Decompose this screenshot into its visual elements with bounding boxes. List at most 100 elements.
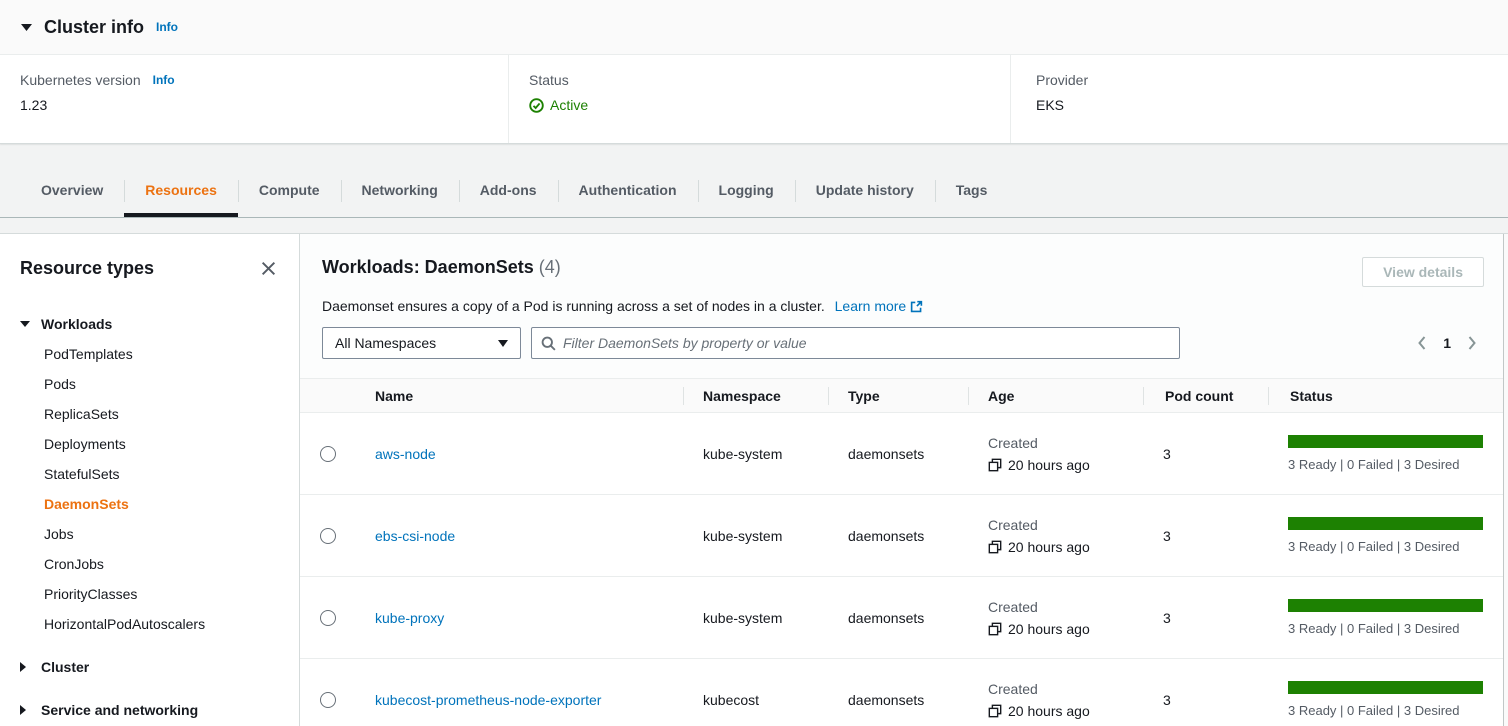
- next-page-icon[interactable]: [1465, 333, 1480, 353]
- tab[interactable]: Networking: [341, 166, 459, 217]
- sidebar-item[interactable]: ReplicaSets: [20, 399, 279, 429]
- kubernetes-version-label: Kubernetes version: [20, 72, 141, 88]
- tab-bar: Overview Resources Compute Networking Ad…: [0, 166, 1508, 218]
- copy-icon[interactable]: [988, 540, 1002, 554]
- triangle-right-icon: [20, 662, 31, 672]
- prev-page-icon[interactable]: [1414, 333, 1429, 353]
- scrollbar[interactable]: [1503, 234, 1508, 726]
- row-radio[interactable]: [320, 446, 336, 462]
- column-header-name[interactable]: Name: [355, 388, 683, 404]
- kubernetes-version-info-link[interactable]: Info: [153, 73, 175, 87]
- sidebar-item[interactable]: PodTemplates: [20, 339, 279, 369]
- sidebar-item[interactable]: StatefulSets: [20, 459, 279, 489]
- status-text: 3 Ready | 0 Failed | 3 Desired: [1288, 539, 1460, 554]
- column-header-age[interactable]: Age: [968, 388, 1143, 404]
- tab[interactable]: Logging: [698, 166, 795, 217]
- age-created-label: Created: [988, 435, 1038, 451]
- status-bar-track: [1288, 681, 1483, 694]
- pod-count-value: 3: [1163, 692, 1171, 708]
- sidebar-item[interactable]: HorizontalPodAutoscalers: [20, 609, 279, 639]
- age-created-label: Created: [988, 517, 1038, 533]
- sidebar-item[interactable]: Deployments: [20, 429, 279, 459]
- provider-value: EKS: [1036, 97, 1508, 113]
- status-check-icon: [529, 98, 544, 113]
- daemonset-name-link[interactable]: kubecost-prometheus-node-exporter: [375, 692, 601, 708]
- tab[interactable]: Overview: [20, 166, 124, 217]
- column-header-status[interactable]: Status: [1268, 388, 1503, 404]
- daemonset-name-link[interactable]: aws-node: [375, 446, 436, 462]
- sidebar-item[interactable]: Jobs: [20, 519, 279, 549]
- sidebar-group-workloads[interactable]: Workloads: [20, 309, 279, 339]
- copy-icon[interactable]: [988, 622, 1002, 636]
- learn-more-link[interactable]: Learn more: [835, 298, 924, 314]
- sidebar-group-service-networking[interactable]: Service and networking: [20, 695, 279, 725]
- age-cell: Created 20 hours ago: [968, 659, 1143, 726]
- status-text: 3 Ready | 0 Failed | 3 Desired: [1288, 703, 1460, 718]
- tab[interactable]: Add-ons: [459, 166, 558, 217]
- tab[interactable]: Compute: [238, 166, 341, 217]
- namespace-value: kubecost: [703, 692, 759, 708]
- age-value: 20 hours ago: [1008, 621, 1090, 637]
- kubernetes-version-field: Kubernetes version Info 1.23: [0, 55, 508, 143]
- status-cell: 3 Ready | 0 Failed | 3 Desired: [1268, 577, 1503, 658]
- panel-description: Daemonset ensures a copy of a Pod is run…: [322, 298, 1484, 314]
- sidebar-item[interactable]: PriorityClasses: [20, 579, 279, 609]
- search-input[interactable]: [563, 335, 1170, 351]
- sidebar-group-cluster[interactable]: Cluster: [20, 652, 279, 682]
- item-count: (4): [539, 257, 561, 277]
- resource-tree: Workloads PodTemplates Pods ReplicaSets …: [20, 309, 279, 725]
- pod-count-value: 3: [1163, 610, 1171, 626]
- search-box: [531, 327, 1180, 359]
- status-cell: 3 Ready | 0 Failed | 3 Desired: [1268, 495, 1503, 576]
- status-cell: 3 Ready | 0 Failed | 3 Desired: [1268, 659, 1503, 726]
- daemonset-name-link[interactable]: kube-proxy: [375, 610, 444, 626]
- cluster-info-card: Kubernetes version Info 1.23 Status Acti…: [0, 55, 1508, 144]
- tab[interactable]: Tags: [935, 166, 1009, 217]
- current-page[interactable]: 1: [1443, 335, 1451, 351]
- pod-count-value: 3: [1163, 528, 1171, 544]
- row-radio[interactable]: [320, 528, 336, 544]
- tab[interactable]: Resources: [124, 166, 238, 217]
- collapse-triangle-icon[interactable]: [20, 24, 32, 31]
- sidebar-title: Resource types: [20, 258, 154, 279]
- column-header-type[interactable]: Type: [828, 388, 968, 404]
- cluster-info-info-link[interactable]: Info: [156, 20, 178, 34]
- close-icon[interactable]: [258, 258, 279, 279]
- resources-panels: Resource types Workloads PodTemplates Po…: [0, 233, 1508, 726]
- status-bar-track: [1288, 599, 1483, 612]
- age-cell: Created 20 hours ago: [968, 413, 1143, 494]
- daemonset-name-link[interactable]: ebs-csi-node: [375, 528, 455, 544]
- age-cell: Created 20 hours ago: [968, 495, 1143, 576]
- sidebar-item[interactable]: Pods: [20, 369, 279, 399]
- view-details-button[interactable]: View details: [1362, 257, 1484, 287]
- status-label: Status: [529, 72, 569, 88]
- row-radio[interactable]: [320, 610, 336, 626]
- age-cell: Created 20 hours ago: [968, 577, 1143, 658]
- status-text: 3 Ready | 0 Failed | 3 Desired: [1288, 621, 1460, 636]
- workloads-items: PodTemplates Pods ReplicaSets Deployment…: [20, 339, 279, 639]
- status-bar: [1288, 599, 1483, 612]
- status-text: 3 Ready | 0 Failed | 3 Desired: [1288, 457, 1460, 472]
- age-value: 20 hours ago: [1008, 539, 1090, 555]
- copy-icon[interactable]: [988, 458, 1002, 472]
- tab[interactable]: Authentication: [558, 166, 698, 217]
- status-bar: [1288, 435, 1483, 448]
- row-radio[interactable]: [320, 692, 336, 708]
- tab[interactable]: Update history: [795, 166, 935, 217]
- copy-icon[interactable]: [988, 704, 1002, 718]
- column-header-namespace[interactable]: Namespace: [683, 388, 828, 404]
- search-icon: [541, 336, 556, 351]
- status-bar-track: [1288, 435, 1483, 448]
- external-link-icon: [910, 300, 923, 313]
- column-header-pod-count[interactable]: Pod count: [1143, 388, 1268, 404]
- namespace-select[interactable]: All Namespaces: [322, 327, 521, 359]
- sidebar-item[interactable]: DaemonSets: [20, 489, 279, 519]
- provider-field: Provider EKS: [1010, 55, 1508, 143]
- namespace-value: kube-system: [703, 528, 782, 544]
- cluster-info-header: Cluster info Info: [0, 0, 1508, 55]
- chevron-down-icon: [498, 340, 508, 347]
- age-created-label: Created: [988, 681, 1038, 697]
- namespace-value: kube-system: [703, 446, 782, 462]
- type-value: daemonsets: [848, 528, 924, 544]
- sidebar-item[interactable]: CronJobs: [20, 549, 279, 579]
